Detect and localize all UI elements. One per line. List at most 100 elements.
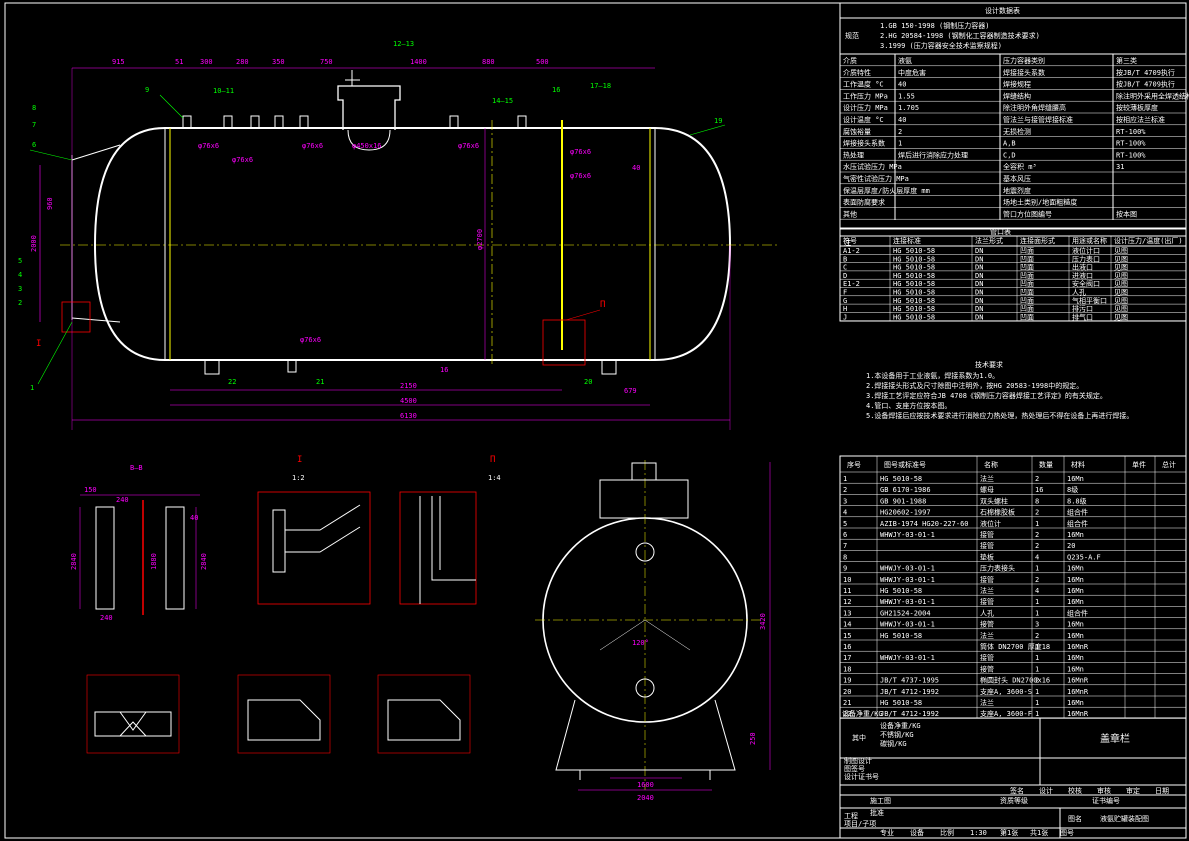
design-row-4-col-1: 1.705	[898, 104, 919, 112]
nozzle-row-6-col-4: 气相平衡口	[1072, 296, 1107, 305]
parts-row-8-col-0: 9	[843, 565, 847, 573]
title-block: 设备净重/KG 其中 设备净重/KG 不锈钢/KG 碳钢/KG 盖章栏 制图设计…	[839, 709, 1187, 839]
nozzle-row-3-col-2: DN	[975, 272, 983, 280]
design-data-rows: 介质 液氨 压力容器类别 第三类介质特性 中度危害 焊接接头系数 按JB/T 4709执行工…	[840, 56, 1189, 220]
design-row-3-col-0: 工作压力 MPa	[843, 91, 888, 100]
design-row-3-col-3: 除注明外采用全焊透结构	[1116, 91, 1189, 100]
parts-row-10-col-1: HG 5010-58	[880, 587, 922, 595]
parts-row-3-col-0: 4	[843, 509, 847, 517]
detail-i: I 1:2	[257, 455, 371, 605]
spec-2: 2.HG 20584-1998 (钢制化工容器制造技术要求)	[880, 31, 1040, 40]
nozzle-row-3-col-5: 见图	[1114, 272, 1128, 280]
project-no-label: 项目/子项	[844, 820, 876, 828]
parts-row-13-col-0: 14	[843, 621, 851, 629]
parts-row-21-col-3: 1	[1035, 710, 1039, 718]
parts-row-5-col-2: 接管	[980, 530, 994, 539]
nozzle-row-2-col-1: HG 5010-58	[893, 264, 935, 272]
design-row-0-col-0: 介质	[843, 56, 857, 65]
parts-row-17-col-4: 16Mn	[1067, 665, 1084, 673]
parts-row-3-col-4: 组合件	[1067, 508, 1088, 517]
parts-row-4-col-3: 1	[1035, 520, 1039, 528]
sign-header-5: 日期	[1155, 787, 1169, 795]
parts-header-5: 单件	[1132, 460, 1146, 469]
parts-row-10-col-4: 16Mn	[1067, 587, 1084, 595]
parts-row-7-col-3: 4	[1035, 553, 1039, 561]
design-row-0-col-1: 液氨	[898, 56, 912, 65]
nozzle-row-0-col-3: 凹面	[1020, 247, 1034, 255]
project-stage-label: 资质等级	[1000, 796, 1028, 805]
dim-6130: 6130	[400, 412, 417, 420]
parts-row-1-col-1: GB 6170-1986	[880, 486, 931, 494]
design-row-4-col-3: 按较薄板厚度	[1116, 103, 1158, 112]
dim-2040: 2040	[637, 794, 654, 802]
parts-row-17-col-0: 18	[843, 665, 851, 673]
nozzle-row-0-col-1: HG 5010-58	[893, 247, 935, 255]
detail-ii: П 1:4	[399, 455, 501, 605]
parts-row-11-col-2: 接管	[980, 597, 994, 606]
nozzle-row-0-col-2: DN	[975, 247, 983, 255]
design-row-13-col-3: 按本图	[1116, 209, 1137, 218]
parts-row-16-col-1: WHWJY-03-01-1	[880, 654, 935, 662]
parts-row-4-col-0: 5	[843, 520, 847, 528]
nozzle-row-6-col-3: 凹面	[1020, 297, 1034, 305]
nozzle-header-1: 连接标准	[893, 236, 921, 245]
section-bb-title: B—B	[130, 464, 143, 472]
design-row-8-col-2: C,D	[1003, 151, 1016, 159]
parts-row-14-col-2: 法兰	[980, 631, 994, 640]
parts-row-19-col-3: 1	[1035, 688, 1039, 696]
weight-row-3: 碳钢/KG	[880, 739, 907, 748]
parts-row-4-col-1: AZIB-1974 HG20-227-60	[880, 520, 969, 528]
bb-dim-1880: 1880	[150, 553, 158, 570]
callout-8: 8	[32, 104, 36, 112]
weight-row-2: 不锈钢/KG	[880, 730, 914, 739]
design-row-1-col-0: 介质特性	[843, 68, 871, 77]
parts-header-2: 名称	[984, 460, 998, 469]
parts-header-3: 数量	[1039, 460, 1053, 469]
nozzle-row-7-col-5: 见图	[1114, 305, 1128, 313]
design-row-6-col-1: 2	[898, 128, 902, 136]
left-row-3: 设计证书号	[844, 772, 879, 781]
design-row-13-col-2: 管口方位图编号	[1003, 209, 1052, 218]
bb-dim-240a: 240	[116, 496, 129, 504]
callout-17-18: 17—18	[590, 82, 611, 90]
design-row-6-col-0: 腐蚀裕量	[843, 127, 871, 136]
parts-row-1-col-3: 16	[1035, 486, 1043, 494]
design-row-0-col-3: 第三类	[1116, 56, 1137, 65]
detail-tag-ii: П	[600, 300, 605, 310]
parts-row-19-col-1: JB/T 4712-1992	[880, 688, 939, 696]
design-row-8-col-3: RT-100%	[1116, 151, 1146, 159]
parts-row-4-col-4: 组合件	[1067, 519, 1088, 528]
parts-row-2-col-2: 双头螺柱	[980, 496, 1008, 505]
tech-req-4: 4.管口、支座方位按本图。	[866, 401, 951, 410]
nozzle-header-5: 设计压力/温度(出厂)	[1114, 236, 1183, 245]
design-row-7-col-0: 焊接接头系数	[843, 139, 885, 148]
tech-req-2: 2.焊接接头形式及尺寸除图中注明外，按HG 20583-1998中的规定。	[866, 381, 1083, 390]
nozzle-row-5-col-4: 人孔	[1072, 289, 1086, 297]
weight-label: 设备净重/KG	[842, 709, 883, 718]
design-row-6-col-2: 无损检测	[1003, 127, 1031, 136]
parts-row-11-col-4: 16Mn	[1067, 598, 1084, 606]
design-row-3-col-2: 焊缝结构	[1003, 91, 1031, 100]
parts-row-15-col-4: 16MnR	[1067, 643, 1089, 651]
tech-req-3: 3.焊接工艺评定应符合JB 4708《钢制压力容器焊接工艺评定》的有关规定。	[866, 391, 1107, 400]
bb-dim-240b: 240	[100, 614, 113, 622]
nozzle-row-5-col-5: 见图	[1114, 289, 1128, 297]
parts-row-11-col-0: 12	[843, 598, 851, 606]
sign-header-0: 签名	[1010, 786, 1024, 795]
nozzle-table-title: 管口表	[990, 227, 1011, 236]
design-row-6-col-3: RT-100%	[1116, 128, 1146, 136]
callout-20: 20	[584, 378, 592, 386]
nozzle-row-7-col-3: 凹面	[1020, 305, 1034, 313]
section-bb: B—B 150 240 40 2840 1880 2840 240	[70, 464, 208, 622]
left-row-2: 图签号	[844, 764, 865, 773]
vessel-shell	[93, 127, 732, 361]
parts-row-6-col-2: 接管	[980, 541, 994, 550]
nozzle-table-rows: A1-2 HG 5010-58 DN 凹面 液位计口 见图B HG 5010-58 DN 凹面压…	[840, 246, 1186, 321]
parts-row-12-col-3: 1	[1035, 609, 1039, 617]
tech-req-title: 技术要求	[975, 360, 1003, 369]
parts-row-8-col-3: 1	[1035, 565, 1039, 573]
parts-row-1-col-2: 螺母	[980, 485, 994, 494]
sign-header-2: 校核	[1068, 786, 1082, 795]
parts-row-18-col-3: 2	[1035, 677, 1039, 685]
design-row-11-col-0: 保温层厚度/防火层厚度 mm	[843, 186, 930, 195]
